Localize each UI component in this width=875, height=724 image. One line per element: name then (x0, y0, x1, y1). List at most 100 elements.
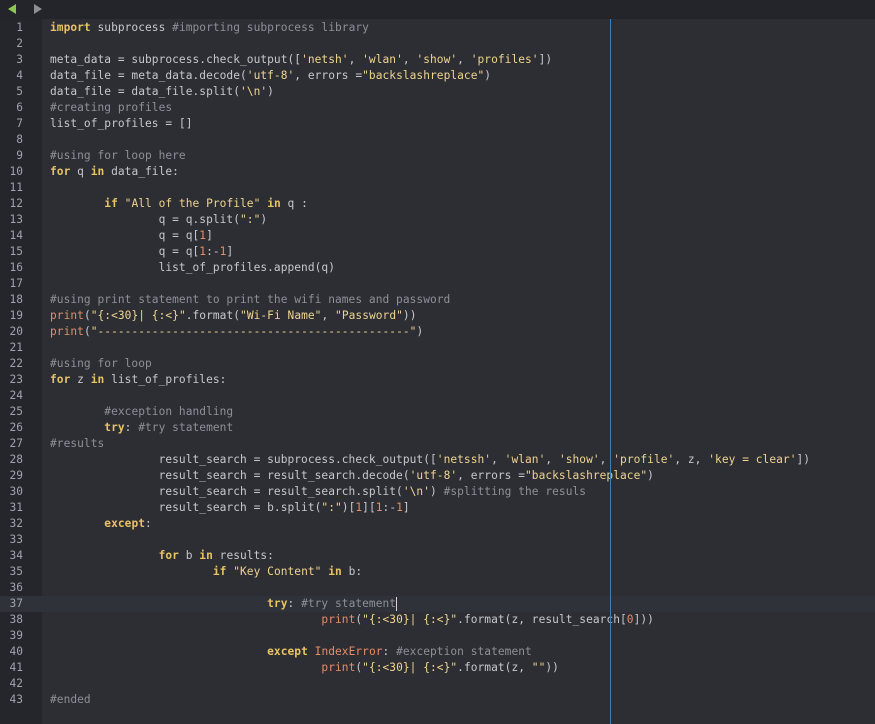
code-line[interactable]: 41 print("{:<30}| {:<}".format(z, "")) (0, 660, 875, 676)
code-line[interactable]: 25 #exception handling (0, 404, 875, 420)
code-text[interactable]: list_of_profiles.append(q) (50, 260, 335, 276)
code-line[interactable]: 21 (0, 340, 875, 356)
code-line[interactable]: 6 #creating profiles (0, 100, 875, 116)
code-text[interactable]: print("{:<30}| {:<}".format("Wi-Fi Name"… (50, 308, 416, 324)
code-line[interactable]: 7 list_of_profiles = [] (0, 116, 875, 132)
code-text[interactable]: #using print statement to print the wifi… (50, 292, 450, 308)
code-line[interactable]: 22 #using for loop (0, 356, 875, 372)
code-text[interactable]: data_file = meta_data.decode('utf-8', er… (50, 68, 491, 84)
code-token: 'wlan' (362, 53, 403, 66)
code-text[interactable]: q = q[1] (50, 228, 213, 244)
code-line[interactable]: 10 for q in data_file: (0, 164, 875, 180)
code-line[interactable]: 27 #results (0, 436, 875, 452)
right-arrow-icon[interactable] (34, 4, 42, 14)
code-text[interactable]: #creating profiles (50, 100, 172, 116)
code-token: ) (647, 469, 654, 482)
code-line[interactable]: 17 (0, 276, 875, 292)
code-text[interactable]: #results (50, 436, 104, 452)
code-line[interactable]: 12 if "All of the Profile" in q : (0, 196, 875, 212)
code-line[interactable]: 38 print("{:<30}| {:<}".format(z, result… (0, 612, 875, 628)
code-line[interactable]: 5 data_file = data_file.split('\n') (0, 84, 875, 100)
code-line[interactable]: 20 print("-------------------------------… (0, 324, 875, 340)
code-line[interactable]: 9 #using for loop here (0, 148, 875, 164)
code-token: b (178, 549, 200, 562)
code-line[interactable]: 34 for b in results: (0, 548, 875, 564)
code-text[interactable]: try: #try statement (50, 420, 233, 436)
code-text[interactable]: for z in list_of_profiles: (50, 372, 226, 388)
code-line[interactable]: 1 import subprocess #importing subprocess… (0, 20, 875, 36)
code-line[interactable]: 3 meta_data = subprocess.check_output(['n… (0, 52, 875, 68)
code-line[interactable]: 39 (0, 628, 875, 644)
code-token: result_search = result_search.split( (50, 485, 403, 498)
code-text[interactable]: #ended (50, 692, 91, 708)
code-line[interactable]: 43 #ended (0, 692, 875, 708)
code-text[interactable]: q = q[1:-1] (50, 244, 234, 260)
code-line[interactable]: 36 (0, 580, 875, 596)
code-line[interactable]: 19 print("{:<30}| {:<}".format("Wi-Fi Nam… (0, 308, 875, 324)
code-token: #exception statement (396, 645, 532, 658)
code-text[interactable]: #using for loop here (50, 148, 186, 164)
code-line[interactable]: 37 try: #try statement (0, 596, 875, 612)
code-editor[interactable]: 1 import subprocess #importing subprocess… (0, 19, 875, 724)
code-text[interactable]: q = q.split(":") (50, 212, 268, 228)
code-line[interactable]: 24 (0, 388, 875, 404)
code-text[interactable]: result_search = b.split(":")[1][1:-1] (50, 500, 410, 516)
code-text[interactable]: if "Key Content" in b: (50, 564, 362, 580)
code-line[interactable]: 2 (0, 36, 875, 52)
line-number: 10 (9, 165, 23, 178)
line-number: 11 (9, 181, 23, 194)
code-text[interactable]: for q in data_file: (50, 164, 179, 180)
code-token: print (321, 613, 356, 626)
code-text[interactable]: result_search = subprocess.check_output(… (50, 452, 810, 468)
code-line[interactable]: 23 for z in list_of_profiles: (0, 372, 875, 388)
code-token: z (70, 373, 91, 386)
code-text[interactable]: #exception handling (50, 404, 233, 420)
code-line[interactable]: 13 q = q.split(":") (0, 212, 875, 228)
line-number: 6 (16, 101, 23, 114)
code-text[interactable]: except IndexError: #exception statement (50, 644, 532, 660)
code-line[interactable]: 4 data_file = meta_data.decode('utf-8', e… (0, 68, 875, 84)
code-token: 'profile' (613, 453, 675, 466)
code-text[interactable]: result_search = result_search.split('\n'… (50, 484, 586, 500)
code-line[interactable]: 35 if "Key Content" in b: (0, 564, 875, 580)
code-text[interactable]: try: #try statement (50, 596, 396, 612)
code-token: ":" (321, 501, 342, 514)
code-text[interactable]: list_of_profiles = [] (50, 116, 193, 132)
code-text[interactable]: meta_data = subprocess.check_output(['ne… (50, 52, 552, 68)
code-line[interactable]: 30 result_search = result_search.split('… (0, 484, 875, 500)
code-token: , (545, 453, 559, 466)
code-line[interactable]: 32 except: (0, 516, 875, 532)
code-line[interactable]: 15 q = q[1:-1] (0, 244, 875, 260)
code-text[interactable]: print("{:<30}| {:<}".format(z, "")) (50, 660, 559, 676)
code-line[interactable]: 42 (0, 676, 875, 692)
code-text[interactable]: data_file = data_file.split('\n') (50, 84, 274, 100)
code-line[interactable]: 11 (0, 180, 875, 196)
code-line[interactable]: 31 result_search = b.split(":")[1][1:-1] (0, 500, 875, 516)
code-line[interactable]: 14 q = q[1] (0, 228, 875, 244)
code-token: list_of_profiles: (104, 373, 227, 386)
code-text[interactable]: import subprocess #importing subprocess … (50, 20, 369, 36)
code-text[interactable]: print("{:<30}| {:<}".format(z, result_se… (50, 612, 654, 628)
left-arrow-icon[interactable] (8, 4, 16, 14)
code-text[interactable]: if "All of the Profile" in q : (50, 196, 308, 212)
code-text[interactable]: for b in results: (50, 548, 274, 564)
code-line[interactable]: 29 result_search = result_search.decode(… (0, 468, 875, 484)
code-token: 'show' (558, 453, 600, 466)
code-line[interactable]: 33 (0, 532, 875, 548)
code-text[interactable]: result_search = result_search.decode('ut… (50, 468, 654, 484)
code-line[interactable]: 18 #using print statement to print the wi… (0, 292, 875, 308)
code-line[interactable]: 16 list_of_profiles.append(q) (0, 260, 875, 276)
code-text[interactable]: except: (50, 516, 152, 532)
code-text[interactable]: print("---------------------------------… (50, 324, 423, 340)
code-token: )) (545, 661, 559, 674)
code-line[interactable]: 8 (0, 132, 875, 148)
code-token: for (50, 165, 71, 178)
code-token: try (267, 597, 288, 610)
code-text[interactable]: #using for loop (50, 356, 152, 372)
code-line[interactable]: 26 try: #try statement (0, 420, 875, 436)
code-line[interactable]: 40 except IndexError: #exception stateme… (0, 644, 875, 660)
code-line[interactable]: 28 result_search = subprocess.check_outp… (0, 452, 875, 468)
